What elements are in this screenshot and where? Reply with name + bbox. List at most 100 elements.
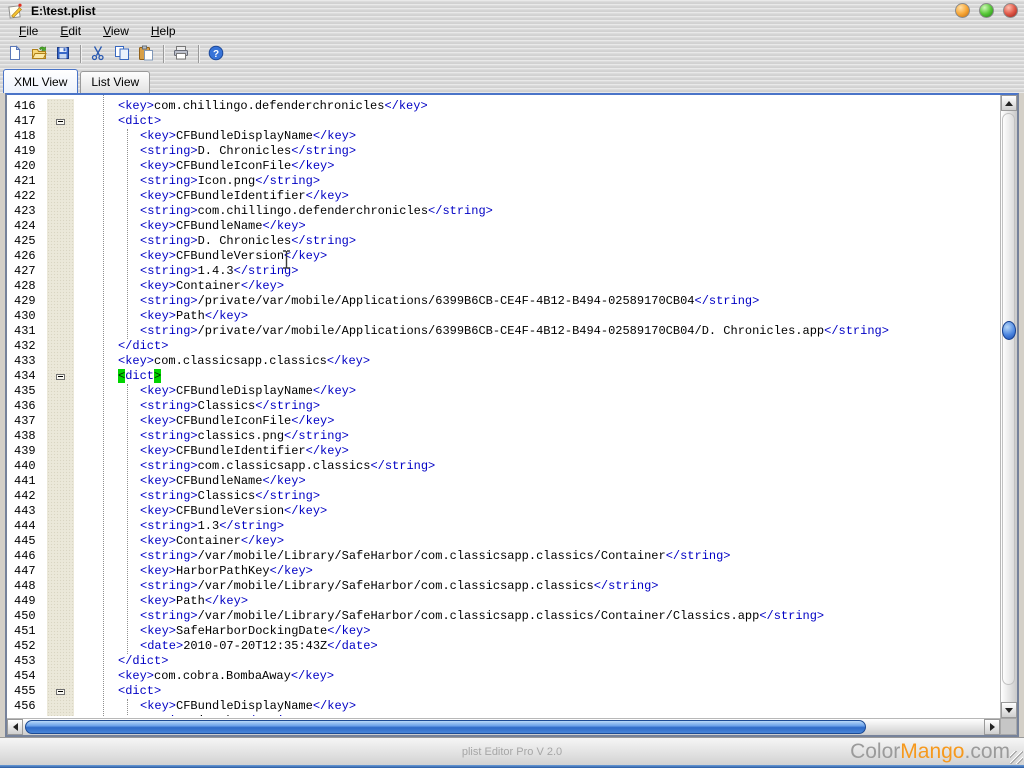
fold-collapse-marker[interactable] (56, 119, 65, 125)
code-text[interactable]: <key>CFBundleDisplayName</key> (74, 699, 998, 714)
minimize-button[interactable] (955, 3, 970, 18)
vertical-scroll-track[interactable] (1002, 113, 1015, 685)
code-text[interactable]: <string>com.classicsapp.classics</string… (74, 459, 998, 474)
code-text[interactable]: <key>CFBundleIconFile</key> (74, 414, 998, 429)
code-text[interactable]: <key>CFBundleVersion</key> (74, 504, 998, 519)
code-text[interactable]: <key>CFBundleName</key> (74, 219, 998, 234)
resize-grip[interactable] (1010, 751, 1023, 764)
code-text[interactable]: <key>CFBundleName</key> (74, 474, 998, 489)
code-text[interactable]: <string>1.4.3</string> (74, 264, 998, 279)
code-text[interactable]: <string>/var/mobile/Library/SafeHarbor/c… (74, 579, 998, 594)
code-text[interactable]: <string>com.chillingo.defenderchronicles… (74, 204, 998, 219)
help-button[interactable]: ? (204, 42, 228, 66)
save-button[interactable] (51, 42, 75, 66)
xml-tag: <string> (140, 399, 198, 413)
xml-tag: <key> (140, 219, 176, 233)
code-text[interactable]: <string>1.3</string> (74, 519, 998, 534)
xml-tag: </string> (759, 609, 824, 623)
maximize-button[interactable] (979, 3, 994, 18)
fold-margin (47, 654, 74, 669)
fold-collapse-marker[interactable] (56, 689, 65, 695)
xml-tag: </key> (262, 474, 305, 488)
code-text[interactable]: <key>HarborPathKey</key> (74, 564, 998, 579)
code-text[interactable]: <key>Path</key> (74, 594, 998, 609)
fold-margin (47, 369, 74, 384)
code-text[interactable]: <key>com.cobra.BombaAway</key> (74, 669, 998, 684)
copy-icon (114, 45, 130, 64)
code-text[interactable]: </dict> (74, 339, 998, 354)
code-text[interactable]: <string>/var/mobile/Library/SafeHarbor/c… (74, 549, 998, 564)
code-text[interactable]: <string>Icon.png</string> (74, 174, 998, 189)
copy-button[interactable] (110, 42, 134, 66)
fold-margin (47, 99, 74, 114)
xml-tag: <dict> (118, 114, 161, 128)
horizontal-scrollbar[interactable] (7, 718, 1000, 735)
code-text[interactable]: <key>Container</key> (74, 279, 998, 294)
code-text[interactable]: <string>/private/var/mobile/Applications… (74, 294, 998, 309)
new-button[interactable] (3, 42, 27, 66)
tab-xml-view[interactable]: XML View (3, 69, 78, 93)
line-number: 430 (7, 309, 47, 324)
code-line: 420<key>CFBundleIconFile</key> (7, 159, 998, 174)
code-text[interactable]: <key>CFBundleDisplayName</key> (74, 129, 998, 144)
fold-margin (47, 249, 74, 264)
xml-tag: </string> (291, 144, 356, 158)
xml-editor[interactable]: 416<key>com.chillingo.defenderchronicles… (7, 95, 998, 716)
code-text[interactable]: <dict> (74, 369, 998, 384)
colormango-watermark: ColorMango.com (850, 740, 1010, 764)
scroll-up-button[interactable] (1001, 95, 1017, 111)
open-button[interactable] (27, 42, 51, 66)
horizontal-scroll-thumb[interactable] (25, 720, 866, 734)
code-text[interactable]: <string>iBomba</string> (74, 714, 998, 716)
scroll-down-button[interactable] (1001, 702, 1017, 718)
close-button[interactable] (1003, 3, 1018, 18)
code-text[interactable]: <string>/private/var/mobile/Applications… (74, 324, 998, 339)
code-text[interactable]: <key>Path</key> (74, 309, 998, 324)
line-number: 427 (7, 264, 47, 279)
code-text[interactable]: <string>D. Chronicles</string> (74, 234, 998, 249)
line-number: 418 (7, 129, 47, 144)
xml-tag: </string> (219, 519, 284, 533)
code-line: 453</dict> (7, 654, 998, 669)
menu-file[interactable]: File (8, 23, 49, 39)
cut-button[interactable] (86, 42, 110, 66)
code-text[interactable]: <string>D. Chronicles</string> (74, 144, 998, 159)
code-text[interactable]: <key>SafeHarborDockingDate</key> (74, 624, 998, 639)
open-icon (31, 45, 47, 64)
menu-edit[interactable]: Edit (49, 23, 92, 39)
code-text[interactable]: <key>com.classicsapp.classics</key> (74, 354, 998, 369)
code-text[interactable]: <dict> (74, 114, 998, 129)
line-number: 416 (7, 99, 47, 114)
print-button[interactable] (169, 42, 193, 66)
code-text[interactable]: <key>CFBundleVersion</key> (74, 249, 998, 264)
code-text[interactable]: </dict> (74, 654, 998, 669)
line-number: 454 (7, 669, 47, 684)
code-text[interactable]: <key>CFBundleIdentifier</key> (74, 444, 998, 459)
code-text[interactable]: <key>Container</key> (74, 534, 998, 549)
xml-tag: </date> (327, 639, 377, 653)
menu-help[interactable]: Help (140, 23, 187, 39)
code-text[interactable]: <key>CFBundleIconFile</key> (74, 159, 998, 174)
code-text[interactable]: <dict> (74, 684, 998, 699)
line-number: 444 (7, 519, 47, 534)
code-text[interactable]: <string>Classics</string> (74, 399, 998, 414)
code-text[interactable]: <string>classics.png</string> (74, 429, 998, 444)
scroll-right-button[interactable] (984, 719, 1000, 735)
vertical-scrollbar[interactable] (1000, 95, 1017, 718)
fold-margin (47, 159, 74, 174)
code-text[interactable]: <key>CFBundleIdentifier</key> (74, 189, 998, 204)
paste-button[interactable] (134, 42, 158, 66)
code-text[interactable]: <string>/var/mobile/Library/SafeHarbor/c… (74, 609, 998, 624)
code-text[interactable]: <string>Classics</string> (74, 489, 998, 504)
code-text[interactable]: <key>com.chillingo.defenderchronicles</k… (74, 99, 998, 114)
fold-collapse-marker[interactable] (56, 374, 65, 380)
code-text[interactable]: <key>CFBundleDisplayName</key> (74, 384, 998, 399)
code-text[interactable]: <date>2010-07-20T12:35:43Z</date> (74, 639, 998, 654)
mouse-ibeam-cursor (281, 250, 292, 269)
xml-value: com.chillingo.defenderchronicles (154, 99, 384, 113)
scroll-left-button[interactable] (7, 719, 23, 735)
xml-tag: </dict> (118, 339, 168, 353)
vertical-scroll-thumb[interactable] (1002, 321, 1016, 340)
menu-view[interactable]: View (92, 23, 140, 39)
tab-list-view[interactable]: List View (80, 71, 150, 93)
